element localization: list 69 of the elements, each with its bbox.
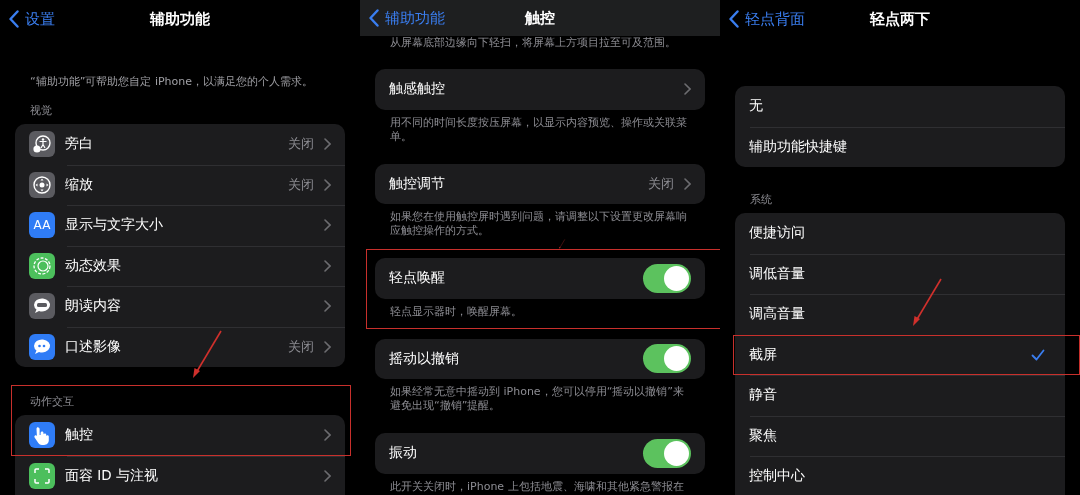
intro-text: “辅助功能”可帮助您自定 iPhone，以满足您的个人需求。 — [29, 74, 315, 90]
hand-icon — [29, 422, 55, 449]
screen-title: 轻点两下 — [870, 9, 930, 29]
scan-frame-icon — [29, 462, 55, 489]
menu-item[interactable]: 显示与文字大小 — [65, 216, 314, 235]
chat-bubble-icon — [29, 333, 55, 360]
chevron-icon — [324, 219, 331, 232]
section-footer: 用不同的时间长度按压屏幕，以显示内容预览、操作或关联菜单。 — [375, 109, 705, 144]
menu-item[interactable]: 朗读内容 — [65, 297, 314, 316]
zoom-icon — [29, 171, 55, 198]
back-button[interactable]: 轻点背面 — [720, 9, 805, 29]
section-footer: 如果您在使用触控屏时遇到问题，请调整以下设置更改屏幕响应触控操作的方式。 — [375, 204, 705, 238]
menu-item[interactable]: 控制中心 — [749, 467, 1051, 486]
menu-item[interactable]: 振动 — [389, 444, 633, 463]
chevron-icon — [324, 178, 331, 191]
annotation-arrow — [190, 329, 224, 379]
menu-item[interactable]: 调高音量 — [749, 305, 1051, 324]
menu-item[interactable]: 聚焦 — [749, 426, 1051, 445]
chevron-icon — [324, 429, 331, 442]
screen-title: 触控 — [525, 8, 555, 28]
chevron-icon — [324, 259, 331, 272]
menu-item[interactable]: 面容 ID 与注视 — [65, 466, 314, 485]
menu-item[interactable]: 截屏 — [749, 345, 1021, 364]
setting-value: 关闭 — [288, 337, 314, 356]
back-icon — [729, 10, 739, 28]
section-footer: 轻点显示器时，唤醒屏幕。 — [375, 298, 705, 319]
menu-item[interactable]: 无 — [749, 97, 1051, 116]
section-header: 动作交互 — [29, 394, 75, 410]
speech-bubble-icon — [29, 293, 55, 320]
menu-item[interactable]: 缩放 — [65, 175, 278, 194]
section-note: 从屏幕底部边缘向下轻扫，将屏幕上方项目拉至可及范围。 — [389, 36, 677, 49]
menu-item[interactable]: 摇动以撤销 — [389, 349, 633, 368]
toggle-switch[interactable] — [643, 263, 691, 293]
menu-item[interactable]: 静音 — [749, 386, 1051, 405]
back-icon — [9, 10, 19, 28]
toggle-switch[interactable] — [643, 344, 691, 374]
menu-item[interactable]: 触感触控 — [389, 80, 674, 99]
menu-item[interactable]: 动态效果 — [65, 256, 314, 275]
chevron-icon — [324, 138, 331, 151]
accessibility-icon — [29, 131, 55, 158]
menu-item[interactable]: 旁白 — [65, 135, 278, 154]
section-header: 视觉 — [29, 104, 53, 119]
menu-item[interactable]: 触控调节 — [389, 174, 638, 193]
annotation-arrow — [558, 239, 566, 249]
section-footer: 如果经常无意中摇动到 iPhone，您可以停用“摇动以撤销”来避免出现“撤销”提醒。 — [375, 379, 705, 413]
chevron-icon — [324, 300, 331, 313]
menu-item[interactable]: 调低音量 — [749, 264, 1051, 283]
setting-value: 关闭 — [288, 135, 314, 154]
menu-item[interactable]: 便捷访问 — [749, 224, 1051, 243]
section-footer: 此开关关闭时，iPhone 上包括地震、海啸和其他紧急警报在 — [375, 473, 705, 494]
menu-item[interactable]: 轻点唤醒 — [389, 269, 633, 288]
annotation-arrow — [910, 276, 944, 327]
chevron-icon — [684, 83, 691, 96]
menu-item[interactable]: 口述影像 — [65, 337, 278, 356]
back-button[interactable]: 辅助功能 — [360, 8, 445, 28]
chevron-icon — [324, 469, 331, 482]
setting-value: 关闭 — [648, 174, 674, 193]
screen-title: 辅助功能 — [150, 9, 210, 29]
chevron-icon — [324, 340, 331, 353]
motion-icon — [29, 252, 55, 279]
back-button[interactable]: 设置 — [0, 9, 55, 29]
menu-item[interactable]: 辅助功能快捷键 — [749, 137, 1051, 156]
text-size-icon: AA — [29, 212, 55, 239]
menu-item[interactable]: 触控 — [65, 426, 314, 445]
section-header: 系统 — [749, 193, 773, 208]
setting-value: 关闭 — [288, 175, 314, 194]
back-icon — [369, 9, 379, 27]
toggle-switch[interactable] — [643, 438, 691, 468]
chevron-icon — [684, 177, 691, 190]
